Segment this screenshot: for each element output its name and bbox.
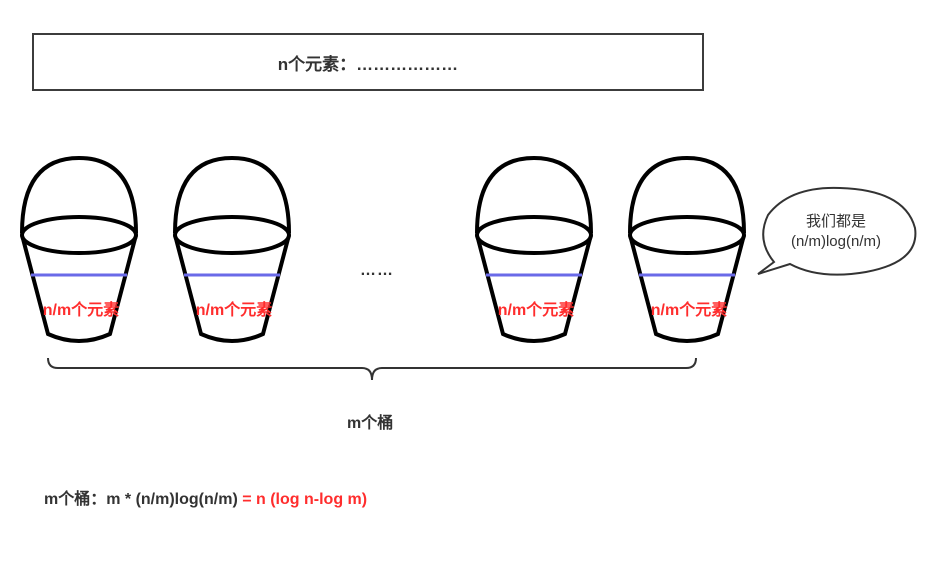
formula-prefix: m个桶：m * (n/m)log(n/m)	[44, 491, 243, 508]
bucket-4-label: n/m个元素	[650, 302, 728, 319]
formula-result: = n (log n-log m)	[242, 491, 368, 508]
bucket-rim	[475, 215, 593, 255]
callout-line-2: (n/m)log(n/m)	[790, 233, 881, 250]
callout-line-1: 我们都是	[805, 213, 866, 230]
bucket-rim	[628, 215, 746, 255]
callout-text: 我们都是 (n/m)log(n/m)	[758, 212, 914, 252]
bucket-rim	[173, 215, 291, 255]
bucket-brace	[47, 357, 697, 381]
bucket-rim	[20, 215, 138, 255]
bucket-3-label: n/m个元素	[497, 302, 575, 319]
ellipsis: ……	[360, 262, 394, 279]
complexity-formula: m个桶：m * (n/m)log(n/m) = n (log n-log m)	[44, 485, 367, 509]
bucket-1-label: n/m个元素	[42, 302, 120, 319]
bucket-2-label: n/m个元素	[195, 302, 273, 319]
bucket-count-label: m个桶	[347, 415, 394, 432]
